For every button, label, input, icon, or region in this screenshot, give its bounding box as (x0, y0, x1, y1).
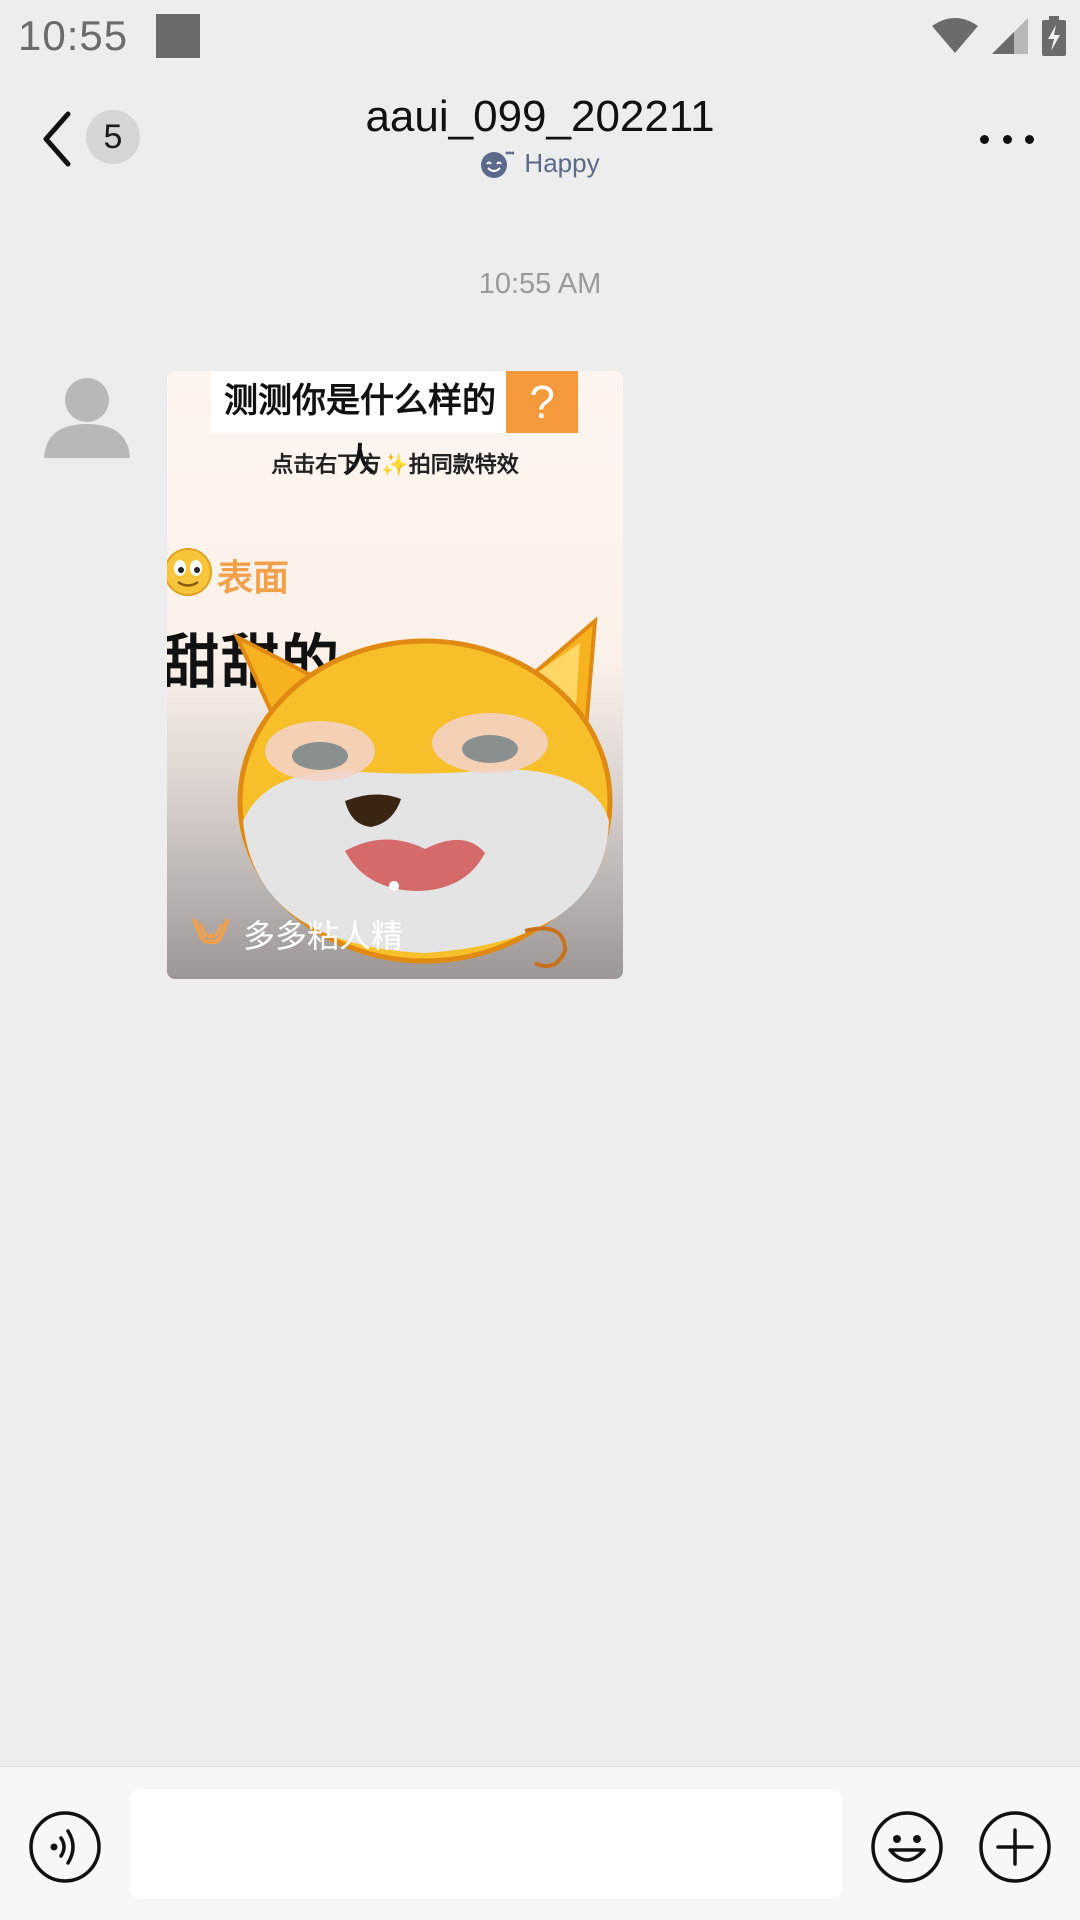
more-dot-icon (1025, 134, 1034, 144)
emoji-icon[interactable] (870, 1810, 944, 1884)
video-caption: 多多粘人精 (243, 917, 404, 955)
plus-icon[interactable] (978, 1810, 1052, 1884)
video-title: 测测你是什么样的人 (211, 371, 509, 481)
video-title-mark: ? (506, 371, 578, 433)
carousel-dot (389, 881, 399, 891)
video-subtitle: 点击右下方✨拍同款特效 (271, 453, 519, 478)
status-bar: 10:55 (0, 0, 1080, 75)
battery-charging-icon (1042, 16, 1066, 56)
status-text: Happy (524, 148, 600, 178)
chat-status[interactable]: Happy (0, 148, 1080, 179)
input-bar (0, 1766, 1080, 1920)
chat-title: aaui_099_202211 (365, 92, 715, 141)
message-timestamp: 10:55 AM (478, 268, 602, 300)
chat-screen: 10:55 5 aaui_099_202211 Happy 10:55 AM 测… (0, 0, 1080, 1920)
more-dot-icon (1002, 134, 1012, 144)
video-message-card[interactable]: 测测你是什么样的人 ? 点击右下方✨拍同款特效 表面 甜甜的 (167, 371, 623, 979)
app-logo-icon (193, 919, 229, 944)
message-input[interactable] (130, 1789, 842, 1899)
contact-avatar[interactable] (42, 372, 132, 462)
status-icons (932, 16, 1066, 56)
smile-emoji-icon (167, 548, 212, 596)
happy-face-icon (481, 151, 515, 178)
more-dot-icon (980, 134, 989, 144)
video-label: 表面 (217, 558, 290, 599)
voice-icon[interactable] (28, 1810, 102, 1884)
wifi-icon (932, 18, 978, 53)
notification-icon (156, 14, 200, 58)
signal-icon (992, 18, 1028, 54)
more-options-button[interactable] (980, 122, 1034, 156)
status-time: 10:55 (18, 12, 129, 59)
